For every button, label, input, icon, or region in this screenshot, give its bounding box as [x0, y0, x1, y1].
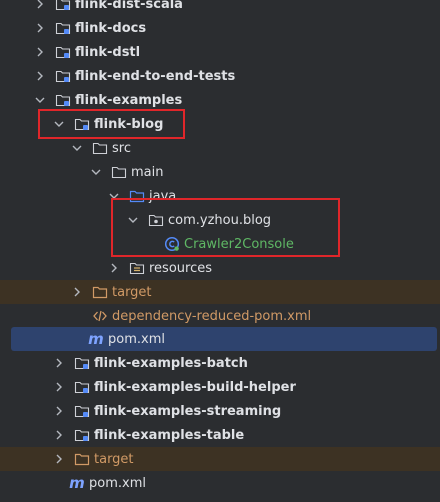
chevron-right-icon[interactable]: [33, 21, 47, 35]
svg-text:m: m: [69, 475, 85, 491]
chevron-right-icon[interactable]: [33, 0, 47, 11]
tree-item-label: main: [131, 164, 164, 180]
maven-icon: m: [88, 331, 104, 347]
module-folder-icon: [74, 116, 90, 132]
tree-item-label: flink-examples-batch: [94, 355, 248, 371]
module-folder-icon: [74, 427, 90, 443]
folder-icon: [111, 164, 127, 180]
tree-item-crawler2console[interactable]: Crawler2Console: [0, 232, 440, 256]
tree-item-label: flink-examples-table: [94, 427, 245, 443]
tree-item-flink-examples-table[interactable]: flink-examples-table: [0, 423, 440, 447]
tree-item-label: dependency-reduced-pom.xml: [112, 308, 312, 324]
tree-item-src[interactable]: src: [0, 136, 440, 160]
module-folder-icon: [55, 44, 71, 60]
chevron-right-icon[interactable]: [52, 356, 66, 370]
tree-item-label: flink-examples-streaming: [94, 403, 282, 419]
tree-item-dependency-reduced-pom[interactable]: dependency-reduced-pom.xml: [0, 304, 440, 328]
module-folder-icon: [55, 68, 71, 84]
chevron-right-icon[interactable]: [52, 428, 66, 442]
tree-item-resources[interactable]: resources: [0, 256, 440, 280]
tree-item-flink-blog[interactable]: flink-blog: [0, 112, 440, 136]
chevron-right-icon[interactable]: [33, 69, 47, 83]
module-folder-icon: [55, 20, 71, 36]
tree-item-flink-examples-batch[interactable]: flink-examples-batch: [0, 351, 440, 375]
tree-item-target[interactable]: target: [0, 280, 440, 304]
tree-item-label: flink-examples: [75, 92, 183, 108]
tree-item-flink-dstl[interactable]: flink-dstl: [0, 40, 440, 64]
tree-item-label: flink-docs: [75, 20, 147, 36]
svg-text:m: m: [88, 331, 104, 347]
chevron-right-icon[interactable]: [52, 404, 66, 418]
java-class-icon: [164, 236, 180, 252]
tree-item-label: resources: [149, 260, 213, 276]
tree-item-java[interactable]: java: [0, 184, 440, 208]
excluded-folder-icon: [74, 451, 90, 467]
tree-item-label: com.yzhou.blog: [168, 212, 272, 228]
tree-item-label: target: [94, 451, 134, 467]
chevron-down-icon[interactable]: [89, 165, 103, 179]
tree-item-flink-end-to-end-tests[interactable]: flink-end-to-end-tests: [0, 64, 440, 88]
tree-item-label: pom.xml: [108, 331, 165, 347]
tree-item-pom-xml[interactable]: m pom.xml: [11, 327, 437, 351]
tree-item-label: src: [112, 140, 131, 156]
maven-icon: m: [69, 475, 85, 491]
tree-item-label: Crawler2Console: [184, 236, 294, 252]
tree-item-main[interactable]: main: [0, 160, 440, 184]
tree-item-label: flink-examples-build-helper: [94, 379, 296, 395]
chevron-right-icon[interactable]: [52, 452, 66, 466]
excluded-folder-icon: [92, 284, 108, 300]
module-folder-icon: [55, 92, 71, 108]
tree-item-label: target: [112, 284, 152, 300]
tree-item-pom-xml[interactable]: m pom.xml: [0, 471, 440, 495]
chevron-down-icon[interactable]: [107, 189, 121, 203]
chevron-right-icon[interactable]: [52, 380, 66, 394]
tree-item-flink-examples[interactable]: flink-examples: [0, 88, 440, 112]
chevron-right-icon[interactable]: [107, 261, 121, 275]
chevron-down-icon[interactable]: [52, 117, 66, 131]
tree-item-flink-docs[interactable]: flink-docs: [0, 16, 440, 40]
tree-item-label: flink-dist-scala: [75, 0, 183, 12]
tree-item-label: pom.xml: [89, 475, 146, 491]
chevron-right-icon[interactable]: [33, 45, 47, 59]
tree-item-target[interactable]: target: [0, 447, 440, 471]
xml-file-icon: [92, 308, 108, 324]
tree-item-flink-examples-streaming[interactable]: flink-examples-streaming: [0, 399, 440, 423]
chevron-down-icon[interactable]: [126, 213, 140, 227]
tree-item-package[interactable]: com.yzhou.blog: [0, 208, 440, 232]
tree-item-label: flink-blog: [94, 116, 164, 132]
tree-item-flink-examples-build-helper[interactable]: flink-examples-build-helper: [0, 375, 440, 399]
resources-folder-icon: [129, 260, 145, 276]
module-folder-icon: [55, 0, 71, 12]
tree-item-label: flink-dstl: [75, 44, 141, 60]
source-root-folder-icon: [129, 188, 145, 204]
tree-item-flink-dist-scala[interactable]: flink-dist-scala: [0, 0, 440, 16]
tree-item-label: flink-end-to-end-tests: [75, 68, 236, 84]
package-icon: [148, 212, 164, 228]
chevron-down-icon[interactable]: [33, 93, 47, 107]
chevron-down-icon[interactable]: [70, 141, 84, 155]
module-folder-icon: [74, 355, 90, 371]
folder-icon: [92, 140, 108, 156]
module-folder-icon: [74, 379, 90, 395]
chevron-right-icon[interactable]: [70, 285, 84, 299]
module-folder-icon: [74, 403, 90, 419]
tree-item-label: java: [149, 188, 177, 204]
